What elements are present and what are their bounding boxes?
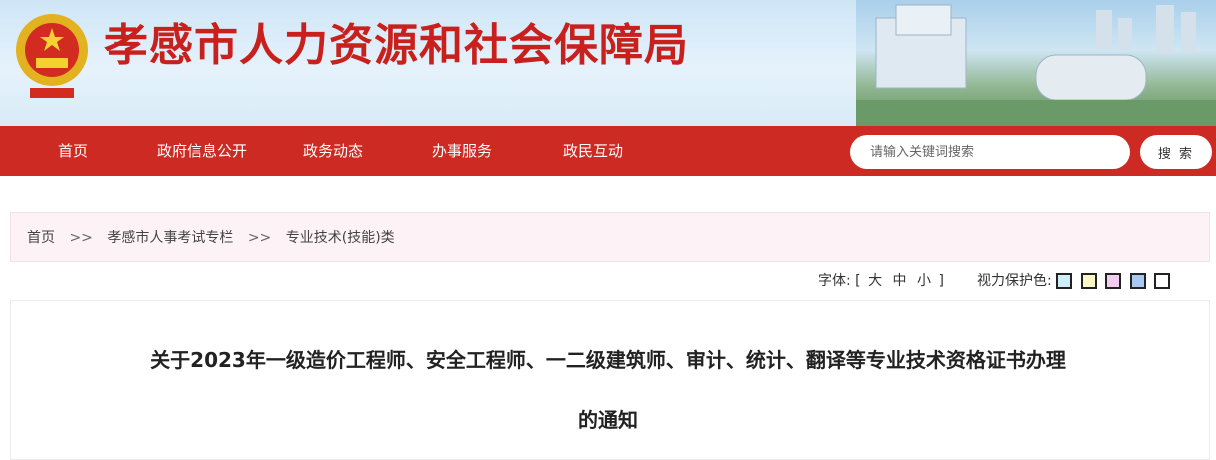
swatch-light-pink[interactable] — [1105, 273, 1122, 289]
breadcrumb: 首页 >> 孝感市人事考试专栏 >> 专业技术(技能)类 — [10, 212, 1210, 262]
breadcrumb-separator: >> — [69, 230, 93, 246]
breadcrumb-exam-column[interactable]: 孝感市人事考试专栏 — [107, 230, 233, 246]
swatch-light-blue[interactable] — [1056, 273, 1073, 289]
breadcrumb-home[interactable]: 首页 — [27, 230, 55, 246]
swatch-light-yellow[interactable] — [1080, 273, 1097, 289]
article-title: 关于2023年一级造价工程师、安全工程师、一二级建筑师、审计、统计、翻译等专业技… — [40, 330, 1176, 450]
nav-item-services[interactable]: 办事服务 — [432, 126, 492, 176]
swatch-white[interactable] — [1153, 273, 1170, 289]
font-size-medium-button[interactable]: 中 — [893, 273, 907, 289]
eye-protection-label: 视力保护色: — [977, 273, 1052, 289]
breadcrumb-current[interactable]: 专业技术(技能)类 — [286, 230, 395, 246]
search-input[interactable] — [850, 135, 1130, 169]
nav-item-home[interactable]: 首页 — [58, 126, 88, 176]
search-button[interactable]: 搜 索 — [1140, 135, 1212, 169]
nav-item-gov-info[interactable]: 政府信息公开 — [157, 126, 247, 176]
site-title: 孝感市人力资源和社会保障局 — [104, 21, 689, 70]
header-banner: 孝感市人力资源和社会保障局 — [0, 0, 1216, 126]
national-emblem-icon — [12, 8, 92, 104]
breadcrumb-separator: >> — [247, 230, 272, 246]
bracket-close: ] — [938, 273, 944, 289]
eye-protection-tool: 视力保护色: — [977, 270, 1174, 292]
nav-item-interaction[interactable]: 政民互动 — [563, 126, 623, 176]
bracket-open: [ — [855, 273, 861, 289]
city-building-photo — [856, 0, 1216, 126]
article-title-line-1: 关于2023年一级造价工程师、安全工程师、一二级建筑师、审计、统计、翻译等专业技… — [150, 348, 1066, 372]
font-size-large-button[interactable]: 大 — [868, 273, 882, 289]
swatch-blue[interactable] — [1129, 273, 1146, 289]
article-title-line-2: 的通知 — [578, 408, 638, 432]
font-size-small-button[interactable]: 小 — [917, 273, 931, 289]
font-size-tool: 字体: [ 大 中 小 ] — [818, 270, 944, 292]
font-size-label: 字体: — [818, 273, 851, 289]
nav-item-news[interactable]: 政务动态 — [303, 126, 363, 176]
